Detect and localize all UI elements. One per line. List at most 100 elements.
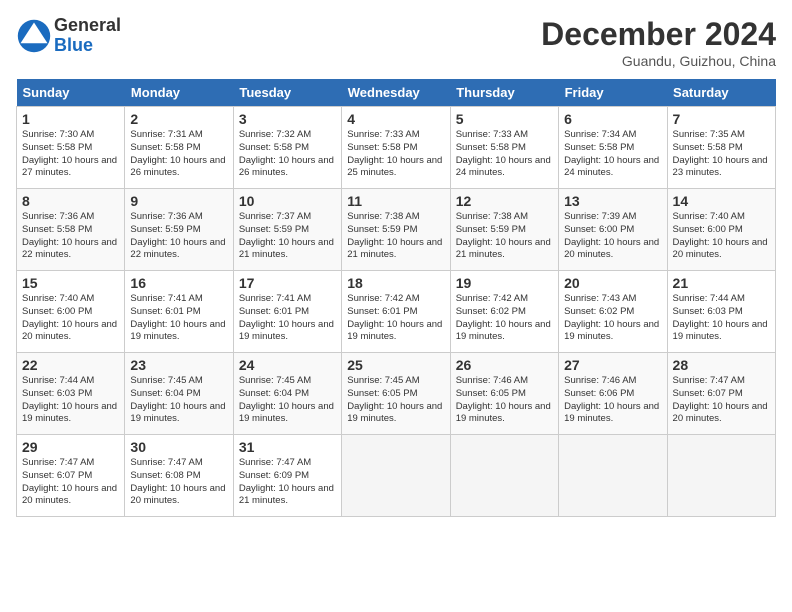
day-info: Sunrise: 7:45 AMSunset: 6:05 PMDaylight:… [347, 375, 444, 426]
day-info: Sunrise: 7:43 AMSunset: 6:02 PMDaylight:… [564, 293, 661, 344]
header: General Blue December 2024 Guandu, Guizh… [16, 16, 776, 69]
calendar-day-cell: 27Sunrise: 7:46 AMSunset: 6:06 PMDayligh… [559, 353, 667, 435]
calendar-day-cell: 21 Sunrise: 7:44 AMSunset: 6:03 PMDayligh… [667, 271, 775, 353]
calendar-day-cell: 23Sunrise: 7:45 AMSunset: 6:04 PMDayligh… [125, 353, 233, 435]
calendar-day-cell [450, 435, 558, 517]
calendar-day-cell [342, 435, 450, 517]
day-number: 15 [22, 275, 119, 291]
calendar-week-row: 1Sunrise: 7:30 AMSunset: 5:58 PMDaylight… [17, 107, 776, 189]
calendar-week-row: 15Sunrise: 7:40 AMSunset: 6:00 PMDayligh… [17, 271, 776, 353]
day-number: 24 [239, 357, 336, 373]
calendar-day-cell: 16 Sunrise: 7:41 AMSunset: 6:01 PMDayligh… [125, 271, 233, 353]
calendar-day-cell: 22 Sunrise: 7:44 AMSunset: 6:03 PMDayligh… [17, 353, 125, 435]
day-info: Sunrise: 7:36 AMSunset: 5:58 PMDaylight:… [22, 211, 119, 262]
day-of-week-header: Saturday [667, 79, 775, 107]
day-number: 5 [456, 111, 553, 127]
day-info: Sunrise: 7:34 AMSunset: 5:58 PMDaylight:… [564, 129, 661, 180]
day-of-week-header: Wednesday [342, 79, 450, 107]
day-info: Sunrise: 7:38 AMSunset: 5:59 PMDaylight:… [456, 211, 553, 262]
day-number: 4 [347, 111, 444, 127]
day-number: 12 [456, 193, 553, 209]
day-info: Sunrise: 7:47 AMSunset: 6:07 PMDaylight:… [673, 375, 770, 426]
day-info: Sunrise: 7:44 AMSunset: 6:03 PMDaylight:… [22, 375, 119, 426]
day-number: 27 [564, 357, 661, 373]
location: Guandu, Guizhou, China [541, 53, 776, 69]
day-number: 7 [673, 111, 770, 127]
calendar-day-cell: 10 Sunrise: 7:37 AMSunset: 5:59 PMDayligh… [233, 189, 341, 271]
day-info: Sunrise: 7:32 AMSunset: 5:58 PMDaylight:… [239, 129, 336, 180]
day-info: Sunrise: 7:33 AMSunset: 5:58 PMDaylight:… [456, 129, 553, 180]
day-info: Sunrise: 7:41 AMSunset: 6:01 PMDaylight:… [239, 293, 336, 344]
day-number: 16 [130, 275, 227, 291]
logo-general: General [54, 16, 121, 36]
title-block: December 2024 Guandu, Guizhou, China [541, 16, 776, 69]
calendar-table: SundayMondayTuesdayWednesdayThursdayFrid… [16, 79, 776, 517]
calendar-day-cell: 1Sunrise: 7:30 AMSunset: 5:58 PMDaylight… [17, 107, 125, 189]
day-info: Sunrise: 7:42 AMSunset: 6:02 PMDaylight:… [456, 293, 553, 344]
calendar-day-cell [559, 435, 667, 517]
calendar-day-cell: 2Sunrise: 7:31 AMSunset: 5:58 PMDaylight… [125, 107, 233, 189]
calendar-day-cell: 29Sunrise: 7:47 AMSunset: 6:07 PMDayligh… [17, 435, 125, 517]
calendar-day-cell: 4 Sunrise: 7:33 AMSunset: 5:58 PMDaylight… [342, 107, 450, 189]
day-number: 10 [239, 193, 336, 209]
day-number: 6 [564, 111, 661, 127]
day-number: 29 [22, 439, 119, 455]
day-number: 25 [347, 357, 444, 373]
day-info: Sunrise: 7:46 AMSunset: 6:05 PMDaylight:… [456, 375, 553, 426]
day-number: 2 [130, 111, 227, 127]
day-info: Sunrise: 7:38 AMSunset: 5:59 PMDaylight:… [347, 211, 444, 262]
day-number: 17 [239, 275, 336, 291]
day-number: 23 [130, 357, 227, 373]
day-number: 31 [239, 439, 336, 455]
calendar-day-cell: 28Sunrise: 7:47 AMSunset: 6:07 PMDayligh… [667, 353, 775, 435]
day-info: Sunrise: 7:45 AMSunset: 6:04 PMDaylight:… [239, 375, 336, 426]
month-title: December 2024 [541, 16, 776, 53]
calendar-day-cell: 9 Sunrise: 7:36 AMSunset: 5:59 PMDaylight… [125, 189, 233, 271]
day-info: Sunrise: 7:30 AMSunset: 5:58 PMDaylight:… [22, 129, 119, 180]
day-number: 13 [564, 193, 661, 209]
day-of-week-header: Friday [559, 79, 667, 107]
calendar-day-cell: 18Sunrise: 7:42 AMSunset: 6:01 PMDayligh… [342, 271, 450, 353]
day-info: Sunrise: 7:39 AMSunset: 6:00 PMDaylight:… [564, 211, 661, 262]
calendar-day-cell [667, 435, 775, 517]
calendar-day-cell: 5 Sunrise: 7:33 AMSunset: 5:58 PMDaylight… [450, 107, 558, 189]
day-info: Sunrise: 7:47 AMSunset: 6:09 PMDaylight:… [239, 457, 336, 508]
calendar-day-cell: 25 Sunrise: 7:45 AMSunset: 6:05 PMDayligh… [342, 353, 450, 435]
calendar-day-cell: 6 Sunrise: 7:34 AMSunset: 5:58 PMDaylight… [559, 107, 667, 189]
logo-blue: Blue [54, 36, 121, 56]
header-row: SundayMondayTuesdayWednesdayThursdayFrid… [17, 79, 776, 107]
day-number: 26 [456, 357, 553, 373]
day-number: 14 [673, 193, 770, 209]
day-number: 9 [130, 193, 227, 209]
calendar-day-cell: 31 Sunrise: 7:47 AMSunset: 6:09 PMDayligh… [233, 435, 341, 517]
day-of-week-header: Sunday [17, 79, 125, 107]
day-info: Sunrise: 7:44 AMSunset: 6:03 PMDaylight:… [673, 293, 770, 344]
calendar-day-cell: 14Sunrise: 7:40 AMSunset: 6:00 PMDayligh… [667, 189, 775, 271]
logo-icon [16, 18, 52, 54]
calendar-day-cell: 26 Sunrise: 7:46 AMSunset: 6:05 PMDayligh… [450, 353, 558, 435]
day-info: Sunrise: 7:41 AMSunset: 6:01 PMDaylight:… [130, 293, 227, 344]
day-number: 22 [22, 357, 119, 373]
day-number: 3 [239, 111, 336, 127]
calendar-day-cell: 7 Sunrise: 7:35 AMSunset: 5:58 PMDaylight… [667, 107, 775, 189]
day-number: 19 [456, 275, 553, 291]
calendar-day-cell: 11Sunrise: 7:38 AMSunset: 5:59 PMDayligh… [342, 189, 450, 271]
calendar-week-row: 29Sunrise: 7:47 AMSunset: 6:07 PMDayligh… [17, 435, 776, 517]
calendar-day-cell: 13 Sunrise: 7:39 AMSunset: 6:00 PMDayligh… [559, 189, 667, 271]
day-number: 8 [22, 193, 119, 209]
calendar-day-cell: 17 Sunrise: 7:41 AMSunset: 6:01 PMDayligh… [233, 271, 341, 353]
logo-text: General Blue [54, 16, 121, 56]
calendar-week-row: 22 Sunrise: 7:44 AMSunset: 6:03 PMDayligh… [17, 353, 776, 435]
day-info: Sunrise: 7:47 AMSunset: 6:08 PMDaylight:… [130, 457, 227, 508]
calendar-day-cell: 15Sunrise: 7:40 AMSunset: 6:00 PMDayligh… [17, 271, 125, 353]
day-of-week-header: Monday [125, 79, 233, 107]
day-number: 20 [564, 275, 661, 291]
day-number: 21 [673, 275, 770, 291]
day-info: Sunrise: 7:36 AMSunset: 5:59 PMDaylight:… [130, 211, 227, 262]
day-number: 30 [130, 439, 227, 455]
calendar-day-cell: 3 Sunrise: 7:32 AMSunset: 5:58 PMDaylight… [233, 107, 341, 189]
day-info: Sunrise: 7:35 AMSunset: 5:58 PMDaylight:… [673, 129, 770, 180]
day-info: Sunrise: 7:37 AMSunset: 5:59 PMDaylight:… [239, 211, 336, 262]
day-info: Sunrise: 7:33 AMSunset: 5:58 PMDaylight:… [347, 129, 444, 180]
calendar-day-cell: 19 Sunrise: 7:42 AMSunset: 6:02 PMDayligh… [450, 271, 558, 353]
